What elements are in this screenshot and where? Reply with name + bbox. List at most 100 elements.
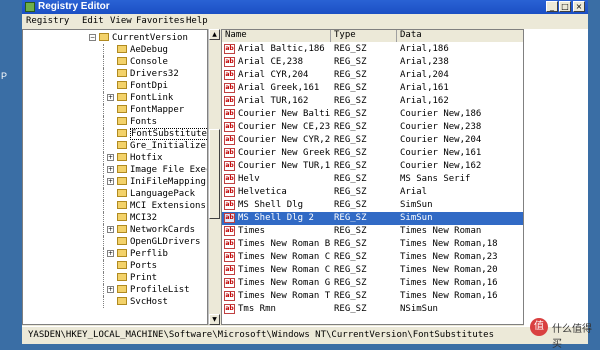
tree-item[interactable]: Gre_Initialize [23,140,207,152]
scroll-thumb[interactable] [209,129,220,219]
cell-type: REG_SZ [334,135,367,145]
menu-view[interactable]: View [110,16,132,26]
table-row[interactable]: abCourier New CYR,204 REG_SZ Courier New,2… [222,134,523,147]
tree-item[interactable]: MCI Extensions [23,200,207,212]
tree-item[interactable]: − CurrentVersion [23,32,207,44]
menu-favorites[interactable]: Favorites [136,16,185,26]
table-row[interactable]: ab Arial Greek,161 REG_SZ Arial,161 [222,82,523,95]
table-row[interactable]: ab Tms Rmn REG_SZ NSimSun [222,303,523,316]
close-button[interactable]: × [573,1,585,12]
registry-key-tree[interactable]: − CurrentVersion AeDebug Console Drivers32 Fo… [22,29,208,325]
expand-icon[interactable]: + [107,154,114,161]
table-row[interactable]: ab Arial CYR,204 REG_SZ Arial,204 [222,69,523,82]
tree-connector [103,296,104,308]
cell-type: REG_SZ [334,174,367,184]
table-row[interactable]: abCourier New TUR,162 REG_SZ Courier New,1… [222,160,523,173]
table-row[interactable]: ab MS Shell Dlg 2 REG_SZ SimSun [222,212,523,225]
menu-registry[interactable]: Registry [26,16,69,26]
tree-item[interactable]: SvcHost [23,296,207,308]
tree-item[interactable]: FontMapper [23,104,207,116]
table-row[interactable]: abTimes New Roman B... REG_SZ Times New Ro… [222,238,523,251]
column-header-data[interactable]: Data [397,30,523,42]
tree-item[interactable]: + IniFileMapping [23,176,207,188]
cell-type: REG_SZ [334,187,367,197]
tree-item[interactable]: FontSubstitutes [23,128,207,140]
expand-icon[interactable]: + [107,226,114,233]
table-row[interactable]: abCourier New Balti... REG_SZ Courier New,… [222,108,523,121]
cell-type: REG_SZ [334,161,367,171]
collapse-icon[interactable]: − [89,34,96,41]
minimize-button[interactable]: _ [546,1,558,12]
list-header: Name Type Data [222,30,523,42]
column-header-type[interactable]: Type [331,30,397,42]
cell-name: Arial Greek,161 [238,83,320,93]
expand-icon[interactable]: + [107,94,114,101]
maximize-button[interactable]: □ [559,1,571,12]
scroll-up-arrow-icon[interactable]: ▲ [209,29,220,40]
tree-item[interactable]: + Hotfix [23,152,207,164]
tree-item[interactable]: + Perflib [23,248,207,260]
open-folder-icon [99,33,109,41]
table-row[interactable]: ab Times REG_SZ Times New Roman [222,225,523,238]
tree-item[interactable]: + Image File Exec [23,164,207,176]
table-row[interactable]: ab MS Shell Dlg REG_SZ SimSun [222,199,523,212]
table-row[interactable]: abCourier New Greek... REG_SZ Courier New,… [222,147,523,160]
folder-icon [117,93,127,101]
tree-item[interactable]: LanguagePack [23,188,207,200]
table-row[interactable]: ab Courier New CE,238 REG_SZ Courier New,23… [222,121,523,134]
title-bar[interactable]: Registry Editor _ □ × [22,0,588,14]
tree-item-label: FontDpi [130,81,168,91]
table-row[interactable]: ab Arial Baltic,186 REG_SZ Arial,186 [222,43,523,56]
string-value-icon: ab [224,187,235,197]
expand-icon[interactable]: + [107,286,114,293]
tree-item[interactable]: + ProfileList [23,284,207,296]
table-row[interactable]: ab Helvetica REG_SZ Arial [222,186,523,199]
string-value-icon: ab [224,122,235,132]
string-value-icon: ab [224,135,235,145]
tree-item[interactable]: MCI32 [23,212,207,224]
tree-connector [103,164,104,176]
cell-type: REG_SZ [334,148,367,158]
tree-item-label: LanguagePack [130,189,196,199]
folder-icon [117,213,127,221]
tree-item[interactable]: AeDebug [23,44,207,56]
cell-data: Times New Roman,23 [400,252,498,262]
scroll-down-arrow-icon[interactable]: ▼ [209,314,220,325]
registry-value-list[interactable]: Name Type Data ab Arial Baltic,186 REG_SZ A… [221,29,524,325]
tree-item[interactable]: Ports [23,260,207,272]
expand-icon[interactable]: + [107,250,114,257]
cell-name: Courier New Greek... [238,148,330,158]
cell-type: REG_SZ [334,239,367,249]
tree-item[interactable]: FontDpi [23,80,207,92]
expand-icon[interactable]: + [107,166,114,173]
string-value-icon: ab [224,44,235,54]
expand-icon[interactable]: + [107,178,114,185]
tree-item-label: Perflib [130,249,168,259]
column-header-name[interactable]: Name [222,30,331,42]
menu-help[interactable]: Help [186,16,208,26]
folder-icon [117,153,127,161]
table-row[interactable]: ab Arial TUR,162 REG_SZ Arial,162 [222,95,523,108]
tree-item[interactable]: + FontLink [23,92,207,104]
tree-item[interactable]: OpenGLDrivers [23,236,207,248]
tree-item[interactable]: Print [23,272,207,284]
table-row[interactable]: abTimes New Roman G... REG_SZ Times New Ro… [222,277,523,290]
tree-item[interactable]: Drivers32 [23,68,207,80]
table-row[interactable]: abTimes New Roman C... REG_SZ Times New Ro… [222,251,523,264]
table-row[interactable]: ab Helv REG_SZ MS Sans Serif [222,173,523,186]
desktop-area-right [524,29,588,326]
cell-data: Arial,238 [400,57,449,67]
cell-type: REG_SZ [334,96,367,106]
tree-connector [103,248,104,260]
table-row[interactable]: abTimes New Roman C... REG_SZ Times New Ro… [222,264,523,277]
tree-item[interactable]: + NetworkCards [23,224,207,236]
desktop-edge-text: P [1,71,8,81]
folder-icon [117,105,127,113]
tree-item[interactable]: Fonts [23,116,207,128]
tree-connector [103,128,104,140]
menu-edit[interactable]: Edit [82,16,104,26]
tree-item[interactable]: Console [23,56,207,68]
tree-vertical-scrollbar[interactable]: ▲ ▼ [208,29,220,325]
table-row[interactable]: ab Arial CE,238 REG_SZ Arial,238 [222,56,523,69]
table-row[interactable]: abTimes New Roman T... REG_SZ Times New Ro… [222,290,523,303]
